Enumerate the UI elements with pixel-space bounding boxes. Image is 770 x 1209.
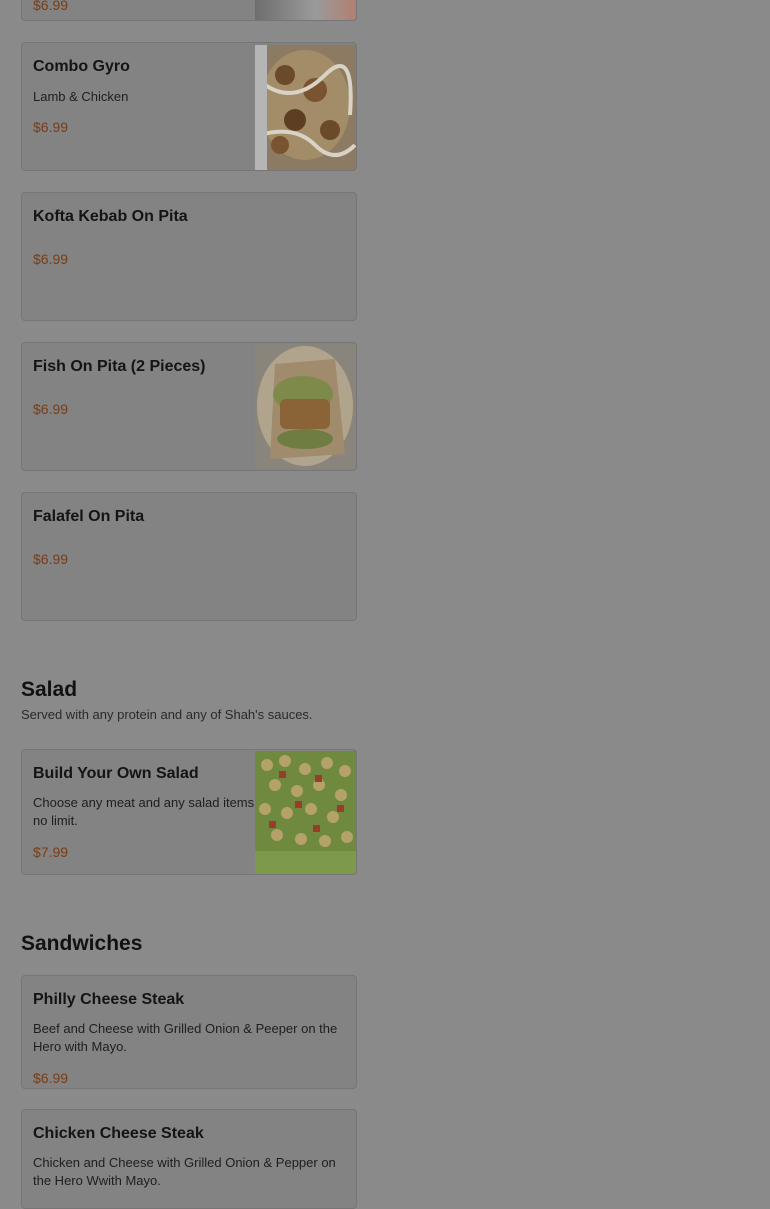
fish-pita-photo: [255, 344, 356, 469]
menu-item-card[interactable]: Kofta Kebab On Pita $6.99: [21, 192, 357, 321]
menu-item-description: Lamb & Chicken: [33, 89, 129, 104]
menu-item-name: Combo Gyro: [33, 58, 130, 75]
menu-item-name: Build Your Own Salad: [33, 765, 199, 782]
section-title: Sandwiches: [21, 932, 143, 955]
menu-item-price: $6.99: [33, 119, 69, 135]
menu-item-price: $6.99: [33, 1070, 69, 1086]
menu-item-price: $6.99: [33, 0, 69, 13]
menu-item-card[interactable]: Philly Cheese Steak Beef and Cheese with…: [21, 975, 357, 1089]
section-subtitle: Served with any protein and any of Shah'…: [21, 707, 313, 722]
menu-item-name: Philly Cheese Steak: [33, 991, 185, 1008]
menu-item-card[interactable]: Fish On Pita (2 Pieces) $6.99: [21, 342, 357, 471]
gyro-photo: [255, 45, 356, 170]
menu-item-description: Choose any meat and any salad items no l…: [33, 795, 255, 828]
menu-item-photo: [255, 0, 356, 20]
menu-item-card[interactable]: Chicken Cheese Steak Chicken and Cheese …: [21, 1109, 357, 1209]
salad-photo: [255, 751, 356, 874]
menu-item-name: Kofta Kebab On Pita: [33, 208, 188, 225]
menu-item-card[interactable]: Combo Gyro Lamb & Chicken $6.99: [21, 42, 357, 171]
menu-item-description: Chicken and Cheese with Grilled Onion & …: [33, 1155, 336, 1188]
menu-item-price: $6.99: [33, 401, 69, 417]
section-title: Salad: [21, 678, 78, 701]
menu-item-card[interactable]: $6.99: [21, 0, 357, 21]
menu-item-card[interactable]: Build Your Own Salad Choose any meat and…: [21, 749, 357, 875]
menu-item-price: $6.99: [33, 551, 69, 567]
menu-item-card[interactable]: Falafel On Pita $6.99: [21, 492, 357, 621]
menu-item-price: $7.99: [33, 844, 69, 860]
menu-item-price: $6.99: [33, 251, 69, 267]
menu-item-name: Fish On Pita (2 Pieces): [33, 358, 206, 375]
menu-item-name: Chicken Cheese Steak: [33, 1125, 204, 1142]
menu-item-name: Falafel On Pita: [33, 508, 145, 525]
menu-item-description: Beef and Cheese with Grilled Onion & Pee…: [33, 1021, 338, 1054]
